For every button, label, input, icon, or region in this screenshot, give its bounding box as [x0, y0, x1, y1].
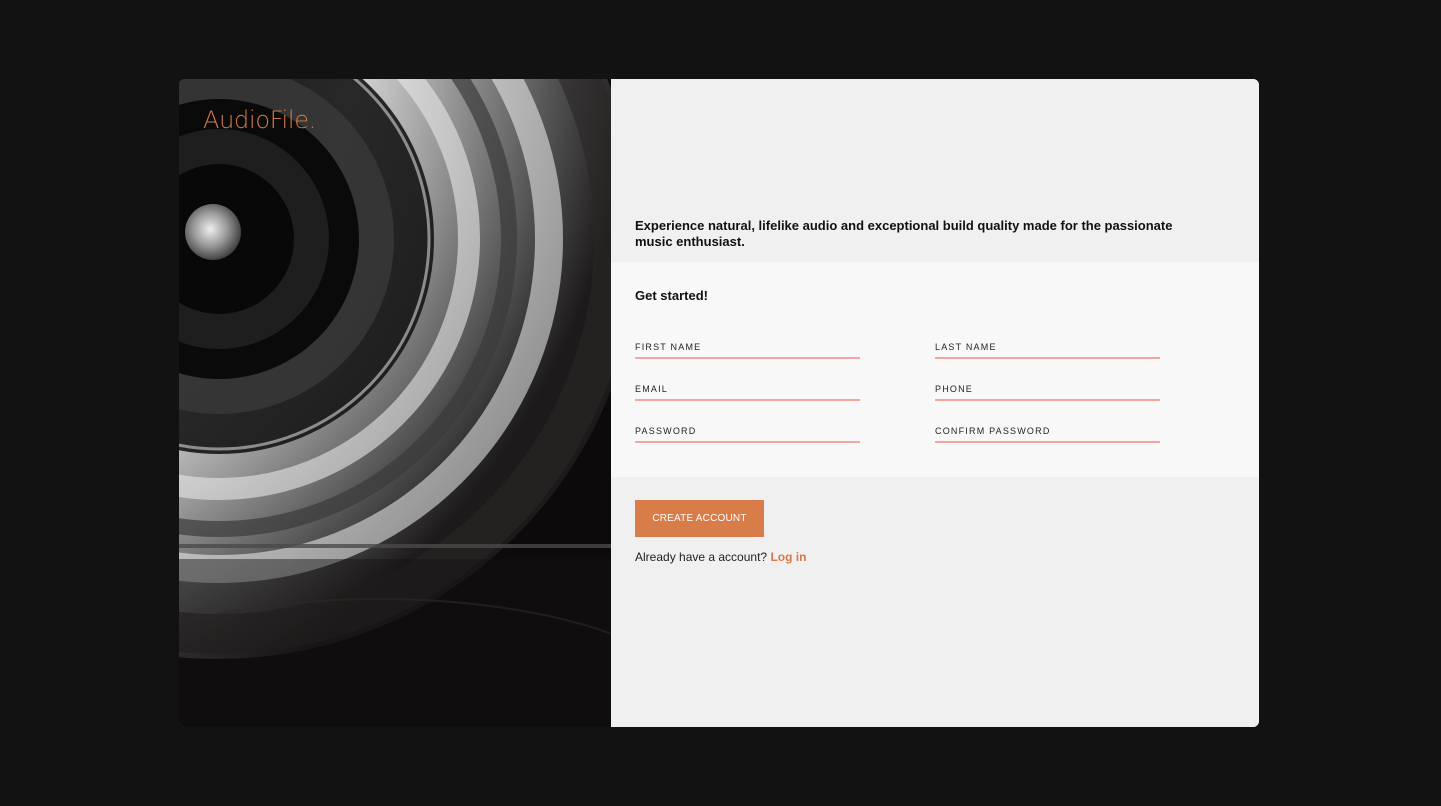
confirm-password-input[interactable]: [935, 426, 1164, 443]
last-name-field[interactable]: LAST NAME: [935, 342, 1164, 359]
confirm-password-field[interactable]: CONFIRM PASSWORD: [935, 426, 1164, 443]
first-name-input[interactable]: [635, 342, 864, 359]
hero-image-panel: AudioFile.: [179, 79, 611, 727]
intro-text: Experience natural, lifelike audio and e…: [635, 218, 1173, 249]
phone-input[interactable]: [935, 384, 1164, 401]
brand-logo: AudioFile.: [203, 106, 317, 134]
last-name-input[interactable]: [935, 342, 1164, 359]
signup-card: AudioFile. Experience natural, lifelike …: [179, 79, 1259, 727]
form-heading: Get started!: [635, 288, 708, 303]
signup-form: Get started! FIRST NAME LAST NAME EMAIL …: [611, 262, 1259, 477]
login-prompt: Already have a account? Log in: [635, 550, 806, 564]
signup-panel: Experience natural, lifelike audio and e…: [611, 79, 1259, 727]
email-input[interactable]: [635, 384, 864, 401]
create-account-button[interactable]: CREATE ACCOUNT: [635, 500, 764, 537]
turntable-photo: [179, 79, 611, 727]
login-link[interactable]: Log in: [770, 550, 806, 564]
login-prompt-text: Already have a account?: [635, 550, 768, 564]
email-field[interactable]: EMAIL: [635, 384, 864, 401]
phone-field[interactable]: PHONE: [935, 384, 1164, 401]
password-input[interactable]: [635, 426, 864, 443]
password-field[interactable]: PASSWORD: [635, 426, 864, 443]
first-name-field[interactable]: FIRST NAME: [635, 342, 864, 359]
